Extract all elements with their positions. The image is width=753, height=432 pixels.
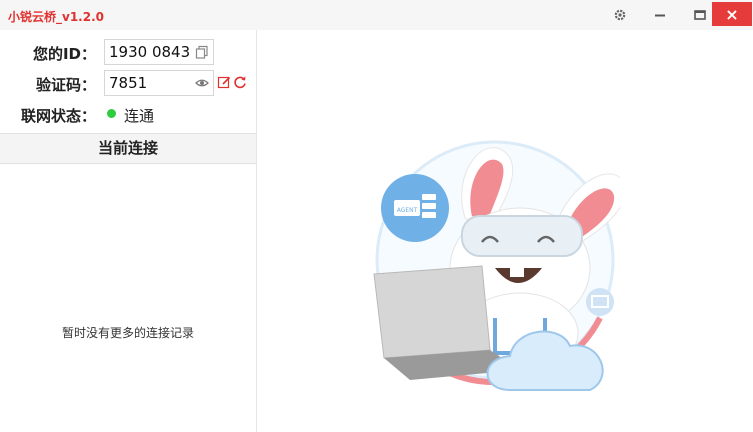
sidebar: 您的ID： 1930 0843 验证码： 7851 联网状态： 连通 当前连接 … [0,30,257,432]
id-value: 1930 0843 [109,43,191,61]
code-row: 验证码： 7851 [0,70,256,96]
id-field[interactable]: 1930 0843 [104,39,214,65]
id-row: 您的ID： 1930 0843 [0,39,256,65]
id-label: 您的ID： [32,45,96,63]
close-icon: × [725,4,739,24]
status-indicator-icon [107,109,116,118]
copy-icon[interactable] [195,45,209,59]
app-title: 小锐云桥_v1.2.0 [8,10,104,24]
agent-label: AGENT [397,207,418,214]
code-label: 验证码： [35,76,96,94]
settings-button[interactable] [609,4,631,26]
title-bar: 小锐云桥_v1.2.0 × [0,0,753,30]
code-value: 7851 [109,74,148,92]
maximize-button[interactable] [689,4,711,26]
empty-history-message: 暂时没有更多的连接记录 [61,326,194,340]
minimize-icon [655,14,665,17]
eye-icon[interactable] [195,76,209,90]
status-label: 联网状态： [20,107,96,125]
maximize-icon [694,10,706,20]
current-connections-header: 当前连接 [0,133,256,164]
edit-icon[interactable] [217,75,231,89]
close-button[interactable]: × [712,2,752,26]
status-row: 联网状态： 连通 [0,101,256,127]
code-field[interactable]: 7851 [104,70,214,96]
status-value: 连通 [124,107,155,125]
gear-icon [614,9,626,21]
rabbit-mascot-illustration: AGENT [373,140,620,391]
refresh-icon[interactable] [233,75,247,89]
minimize-button[interactable] [649,4,671,26]
